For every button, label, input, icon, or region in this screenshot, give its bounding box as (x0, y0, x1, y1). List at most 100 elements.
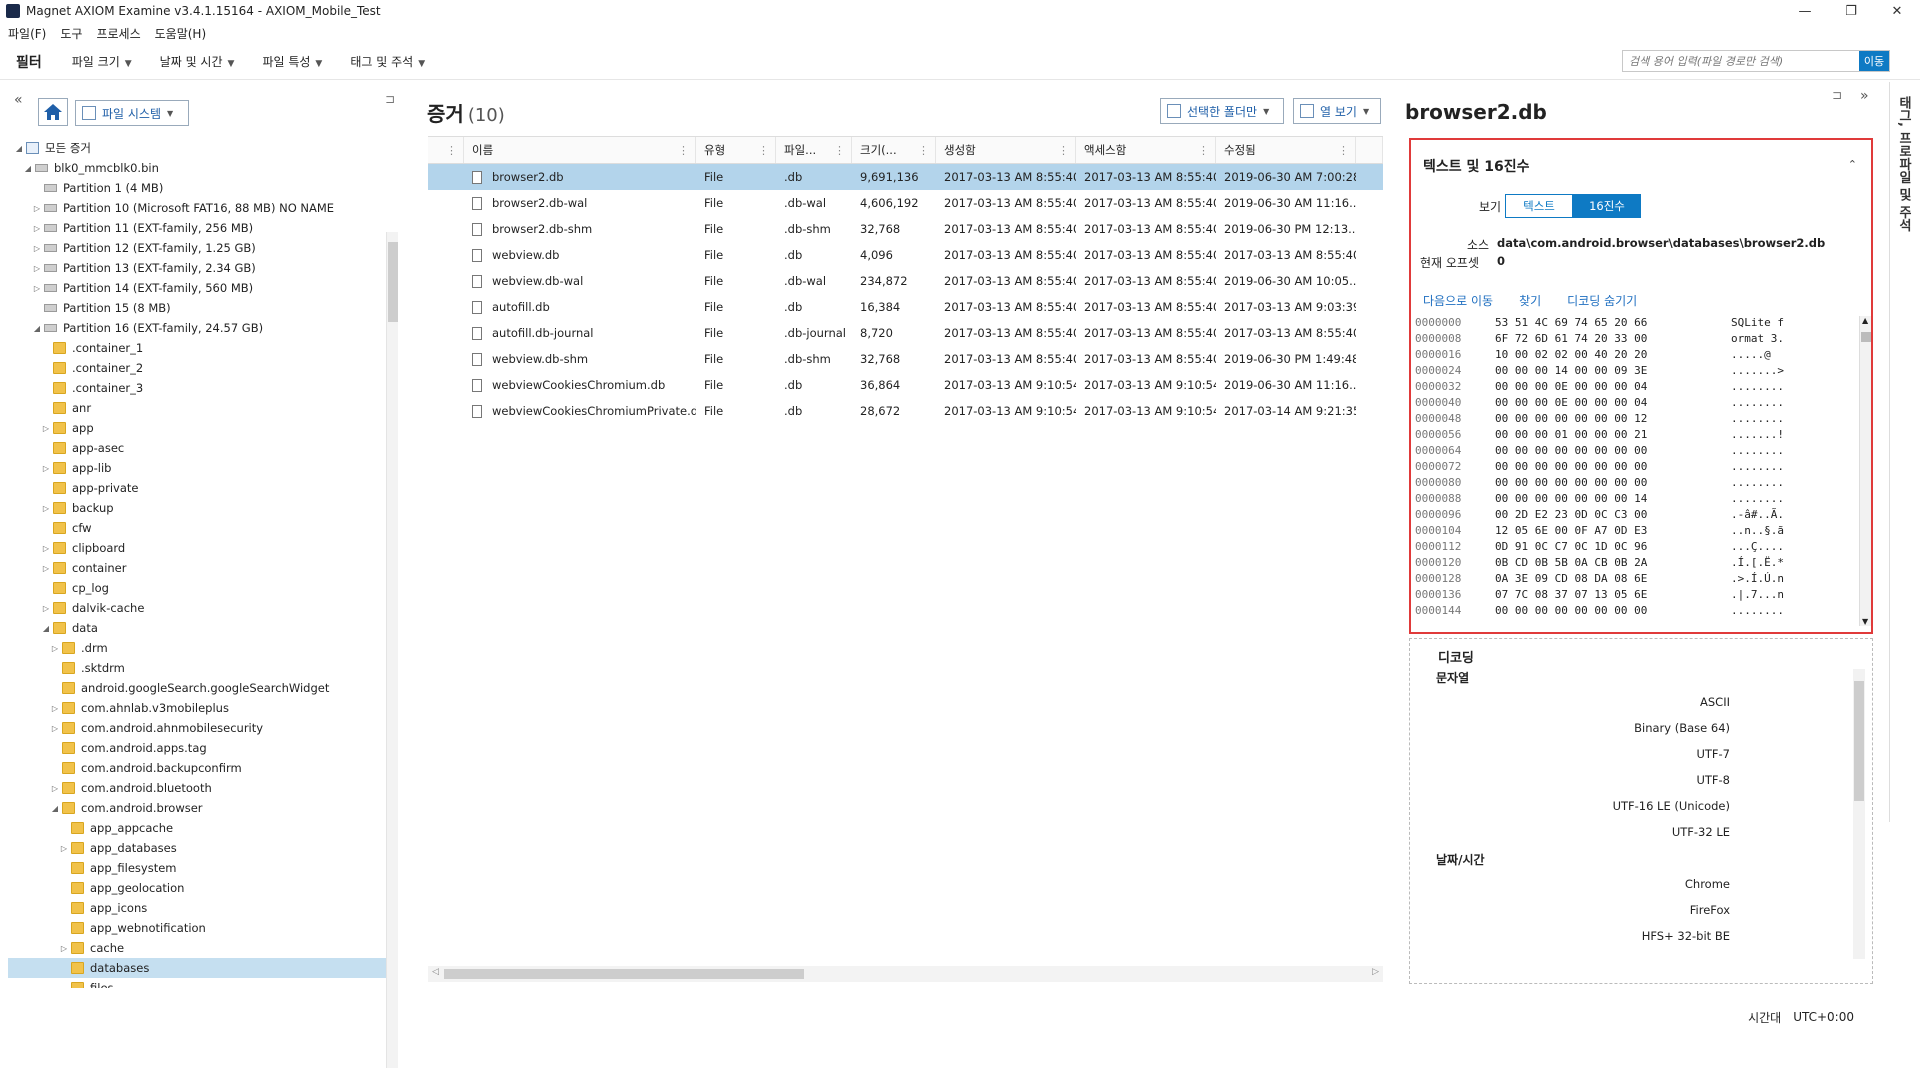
collapse-arrow-icon[interactable]: ◢ (41, 624, 51, 633)
scrollbar-thumb[interactable] (1854, 681, 1864, 801)
expand-arrow-icon[interactable]: ▷ (32, 284, 42, 293)
column-menu-icon[interactable]: ⋮ (758, 144, 769, 157)
expand-arrow-icon[interactable]: ▷ (50, 704, 60, 713)
column-header[interactable]: ⋮ (428, 137, 464, 163)
tree-item[interactable]: ▷ dalvik-cache (8, 598, 386, 618)
tree-item[interactable]: ▷ container (8, 558, 386, 578)
scroll-down-icon[interactable]: ▼ (1862, 617, 1868, 626)
tree-item[interactable]: app_icons (8, 898, 386, 918)
expand-arrow-icon[interactable]: ▷ (41, 504, 51, 513)
search-input[interactable] (1623, 51, 1859, 71)
decode-item[interactable]: UTF-8 (1550, 773, 1730, 787)
table-row[interactable]: webview.db File .db 4,096 2017-03-13 AM 8:55… (428, 242, 1383, 268)
tags-profiles-comments-tab[interactable]: 태그, 프로파일 및 주석 (1889, 82, 1917, 822)
column-menu-icon[interactable]: ⋮ (1198, 144, 1209, 157)
tree-item[interactable]: app-private (8, 478, 386, 498)
menu-file[interactable]: 파일(F) (8, 25, 46, 42)
collapse-arrow-icon[interactable]: ◢ (14, 144, 24, 153)
scroll-right-icon[interactable]: ▷ (1372, 967, 1379, 977)
scroll-up-icon[interactable]: ▲ (1862, 316, 1868, 325)
close-button[interactable]: ✕ (1874, 0, 1920, 22)
tree-scrollbar[interactable] (386, 232, 398, 1068)
text-view-button[interactable]: 텍스트 (1505, 194, 1573, 218)
expand-arrow-icon[interactable]: ▷ (41, 604, 51, 613)
expand-arrow-icon[interactable]: ▷ (59, 844, 69, 853)
decode-scrollbar[interactable] (1853, 669, 1865, 959)
filter-file-size[interactable]: 파일 크기 ▼ (72, 53, 132, 70)
expand-arrow-icon[interactable]: ▷ (59, 944, 69, 953)
tree-item[interactable]: anr (8, 398, 386, 418)
tree-item[interactable]: files (8, 978, 386, 988)
tree-item[interactable]: .container_1 (8, 338, 386, 358)
decode-item[interactable]: UTF-16 LE (Unicode) (1550, 799, 1730, 813)
timezone-value[interactable]: UTC+0:00 (1793, 1010, 1854, 1024)
tree-item[interactable]: ▷ com.android.bluetooth (8, 778, 386, 798)
pin-icon[interactable]: ⊐ (385, 92, 395, 106)
tree-item[interactable]: ◢ com.android.browser (8, 798, 386, 818)
expand-arrow-icon[interactable]: ▷ (50, 724, 60, 733)
column-header[interactable]: 생성함 ⋮ (936, 137, 1076, 163)
minimize-button[interactable]: — (1782, 0, 1828, 22)
menu-process[interactable]: 프로세스 (96, 25, 140, 42)
decode-item[interactable]: HFS+ 32-bit BE (1550, 929, 1730, 941)
decode-item[interactable]: UTF-7 (1550, 747, 1730, 761)
collapse-arrow-icon[interactable]: ◢ (23, 164, 33, 173)
tree-item[interactable]: .container_3 (8, 378, 386, 398)
menu-help[interactable]: 도움말(H) (155, 25, 207, 42)
column-menu-icon[interactable]: ⋮ (1058, 144, 1069, 157)
home-button[interactable] (38, 98, 68, 126)
tree-item[interactable]: ▷ app-lib (8, 458, 386, 478)
collapse-section-icon[interactable]: ⌃ (1848, 158, 1857, 171)
tree-item[interactable]: ▷ Partition 11 (EXT-family, 256 MB) (8, 218, 386, 238)
column-menu-icon[interactable]: ⋮ (918, 144, 929, 157)
tree-item[interactable]: ▷ .drm (8, 638, 386, 658)
table-row[interactable]: autofill.db File .db 16,384 2017-03-13 AM 8:… (428, 294, 1383, 320)
filter-date-time[interactable]: 날짜 및 시간 ▼ (160, 53, 235, 70)
expand-arrow-icon[interactable]: ▷ (50, 644, 60, 653)
column-menu-icon[interactable]: ⋮ (678, 144, 689, 157)
tree-item[interactable]: ◢ 모든 증거 (8, 138, 386, 158)
tree-item[interactable]: cp_log (8, 578, 386, 598)
column-header[interactable]: 유형 ⋮ (696, 137, 776, 163)
expand-arrow-icon[interactable]: ▷ (41, 424, 51, 433)
go-to-link[interactable]: 다음으로 이동 (1423, 292, 1493, 309)
table-row[interactable]: browser2.db File .db 9,691,136 2017-03-13 AM… (428, 164, 1383, 190)
expand-arrow-icon[interactable]: ▷ (32, 244, 42, 253)
find-link[interactable]: 찾기 (1519, 292, 1541, 309)
tree-item[interactable]: .container_2 (8, 358, 386, 378)
tree-item[interactable]: app_webnotification (8, 918, 386, 938)
tree-item[interactable]: ▷ app_databases (8, 838, 386, 858)
tree-item[interactable]: ▷ Partition 10 (Microsoft FAT16, 88 MB) N… (8, 198, 386, 218)
tree-item[interactable]: ▷ Partition 13 (EXT-family, 2.34 GB) (8, 258, 386, 278)
hex-scrollbar[interactable]: ▲ ▼ (1859, 316, 1871, 626)
decode-item[interactable]: ASCII (1550, 695, 1730, 709)
tree-item[interactable]: ▷ Partition 12 (EXT-family, 1.25 GB) (8, 238, 386, 258)
search-go-button[interactable]: 이동 (1859, 51, 1889, 71)
collapse-left-icon[interactable]: « (14, 92, 23, 108)
hide-decoding-link[interactable]: 디코딩 숨기기 (1567, 292, 1637, 309)
table-hscrollbar[interactable]: ◁ ▷ (428, 966, 1383, 982)
selected-folder-only-button[interactable]: 선택한 폴더만 ▼ (1160, 98, 1284, 124)
expand-arrow-icon[interactable]: ▷ (32, 204, 42, 213)
hex-viewer[interactable]: 0000000 53 51 4C 69 74 65 20 66 SQLite f 00… (1415, 316, 1855, 626)
expand-arrow-icon[interactable]: ▷ (41, 564, 51, 573)
tree-item[interactable]: app_filesystem (8, 858, 386, 878)
table-row[interactable]: browser2.db-shm File .db-shm 32,768 2017-03-… (428, 216, 1383, 242)
tree-item[interactable]: ▷ clipboard (8, 538, 386, 558)
menu-tools[interactable]: 도구 (60, 25, 82, 42)
tree-item[interactable]: com.android.backupconfirm (8, 758, 386, 778)
column-view-button[interactable]: 열 보기 ▼ (1293, 98, 1381, 124)
scroll-left-icon[interactable]: ◁ (432, 967, 439, 977)
tree-item[interactable]: ▷ backup (8, 498, 386, 518)
tree-item[interactable]: com.android.apps.tag (8, 738, 386, 758)
expand-arrow-icon[interactable]: ▷ (32, 224, 42, 233)
tree-item[interactable]: android.googleSearch.googleSearchWidget (8, 678, 386, 698)
table-row[interactable]: webview.db-wal File .db-wal 234,872 2017-03-… (428, 268, 1383, 294)
expand-arrow-icon[interactable]: ▷ (41, 544, 51, 553)
column-header[interactable]: 액세스함 ⋮ (1076, 137, 1216, 163)
column-menu-icon[interactable]: ⋮ (1338, 144, 1349, 157)
collapse-arrow-icon[interactable]: ◢ (50, 804, 60, 813)
decode-item[interactable]: FireFox (1550, 903, 1730, 917)
tree-item[interactable]: ◢ data (8, 618, 386, 638)
decode-item[interactable]: Chrome (1550, 877, 1730, 891)
